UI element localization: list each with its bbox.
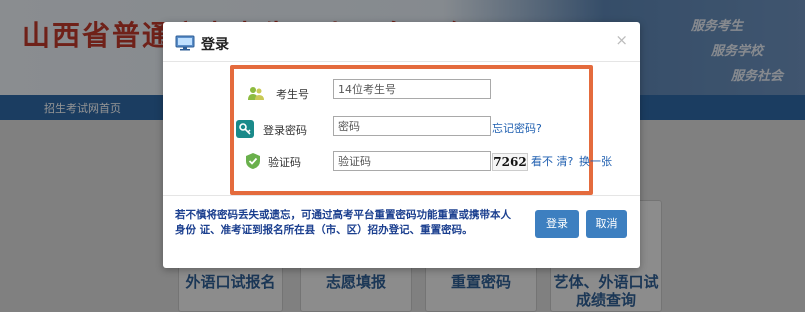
captcha-unclear-link[interactable]: 看不 清? [531, 153, 573, 169]
close-button[interactable]: × [615, 31, 628, 49]
password-input[interactable] [333, 116, 491, 136]
login-button[interactable]: 登录 [535, 210, 579, 238]
exam-id-input[interactable] [333, 79, 491, 99]
captcha-image[interactable]: 7262 [492, 153, 528, 171]
dialog-title: 登录 [201, 37, 229, 53]
captcha-refresh-link[interactable]: 换一张 [579, 153, 612, 169]
forgot-password-link[interactable]: 忘记密码? [492, 120, 542, 136]
users-icon [248, 87, 264, 100]
key-icon [236, 120, 254, 138]
dialog-footer: 若不慎将密码丢失或遗忘，可通过高考平台重置密码功能重置或携带本人身份 证、准考证… [163, 195, 640, 268]
dialog-header: 登录 × [163, 22, 640, 62]
captcha-input[interactable] [333, 151, 491, 171]
exam-id-label: 考生号 [276, 88, 309, 101]
password-label: 登录密码 [263, 124, 307, 137]
cancel-button[interactable]: 取消 [586, 210, 627, 238]
login-dialog: 登录 × 考生号 登录密码 忘记密码? 验证码 7262 看不 清? 换一张 若… [163, 22, 640, 268]
monitor-icon [175, 35, 195, 51]
password-notice: 若不慎将密码丢失或遗忘，可通过高考平台重置密码功能重置或携带本人身份 证、准考证… [175, 209, 511, 236]
shield-check-icon [246, 153, 260, 169]
captcha-label: 验证码 [268, 156, 301, 169]
